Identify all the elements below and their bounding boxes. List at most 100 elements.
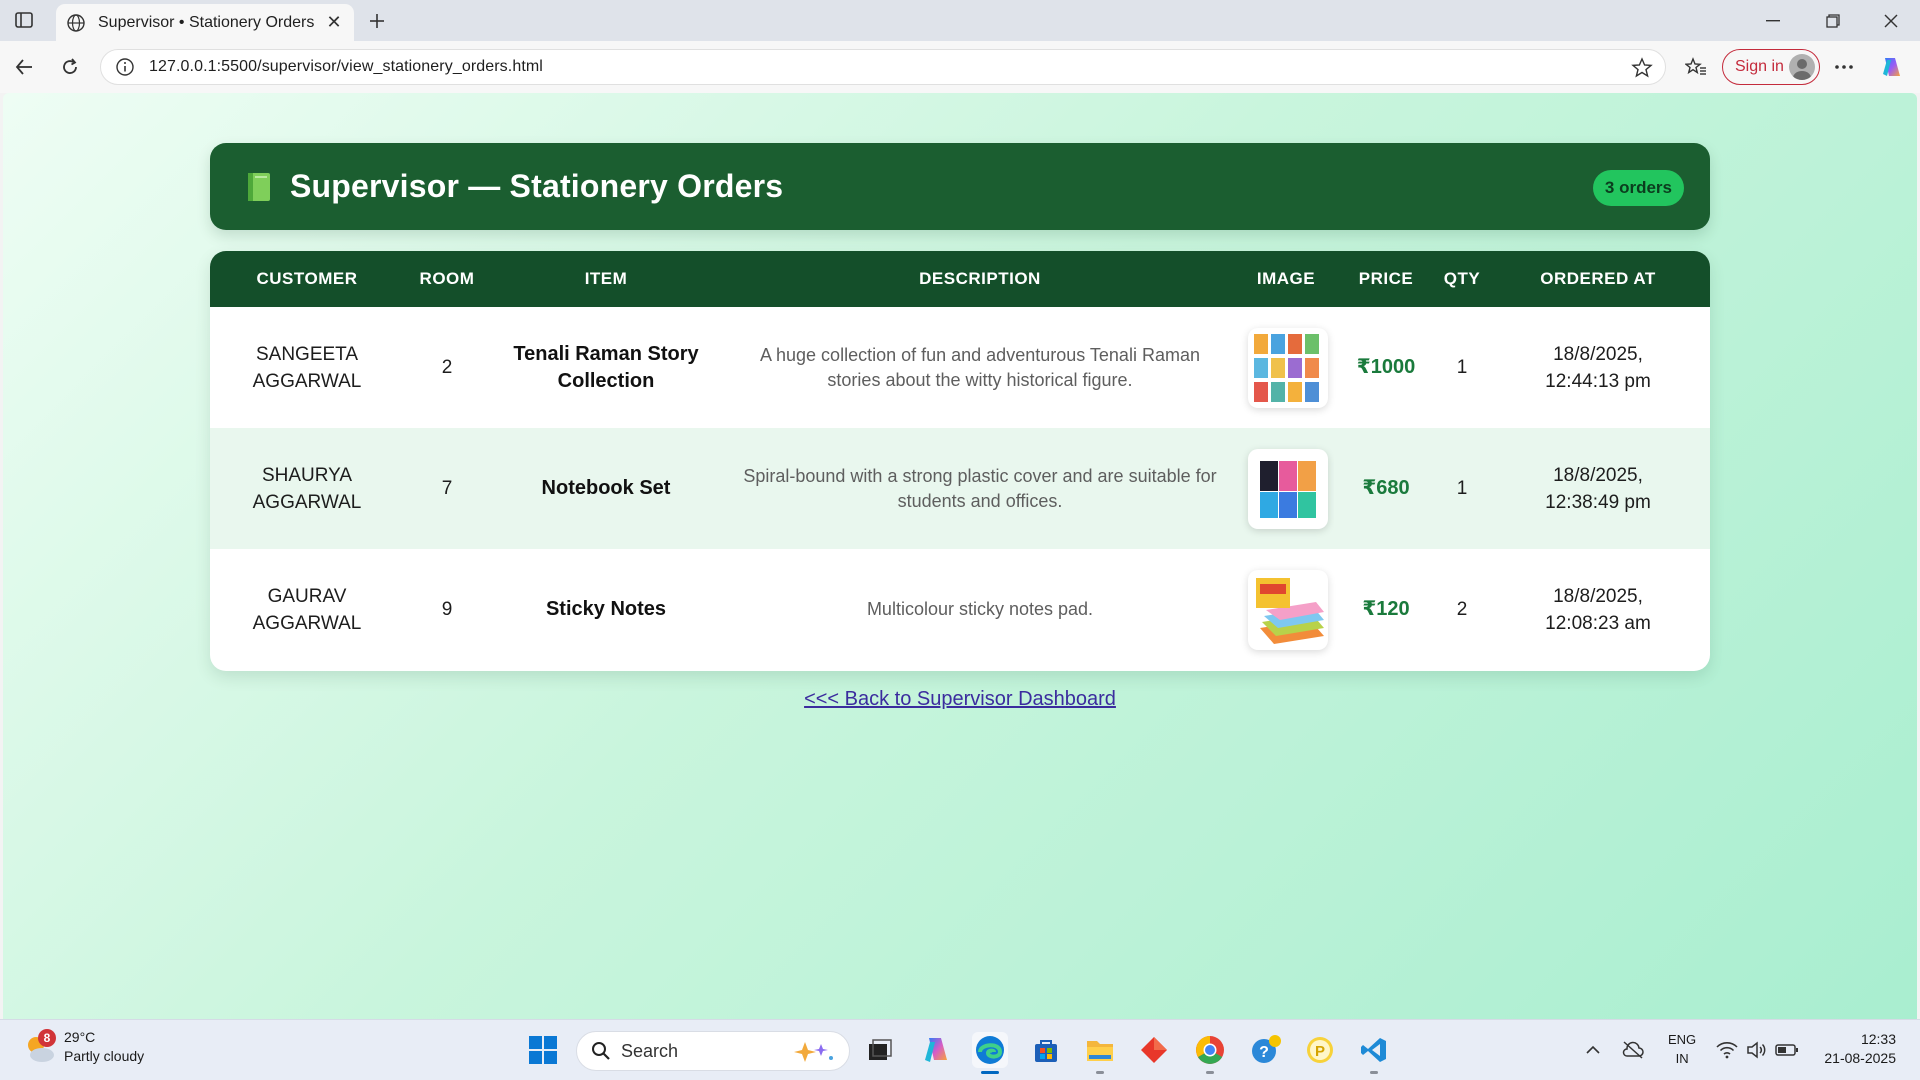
table-header-row: CUSTOMER ROOM ITEM DESCRIPTION IMAGE PRI…	[210, 251, 1710, 307]
search-placeholder: Search	[621, 1040, 679, 1061]
back-link-container: <<< Back to Supervisor Dashboard	[3, 688, 1917, 711]
weather-widget[interactable]: 8 29°C Partly cloudy	[22, 1028, 144, 1066]
globe-icon	[67, 13, 85, 32]
running-app-indicator	[1206, 1071, 1214, 1074]
orders-table-card: CUSTOMER ROOM ITEM DESCRIPTION IMAGE PRI…	[210, 251, 1710, 671]
favorite-star-icon[interactable]	[1631, 57, 1653, 79]
column-header-ordered-at[interactable]: ORDERED AT	[1486, 251, 1710, 307]
site-info-icon[interactable]	[115, 57, 135, 77]
page-viewport: Supervisor — Stationery Orders 3 orders …	[3, 93, 1917, 1019]
windows-start-icon[interactable]	[528, 1035, 558, 1065]
language-code: ENG	[1668, 1032, 1697, 1047]
weather-temperature: 29°C	[64, 1029, 96, 1045]
image-cell	[1238, 428, 1334, 549]
ordered-time: 12:38:49 pm	[1545, 491, 1651, 513]
vscode-icon[interactable]	[1356, 1032, 1392, 1074]
column-header-description[interactable]: DESCRIPTION	[722, 251, 1238, 307]
system-clock[interactable]: 12:33 21-08-2025	[1812, 1030, 1896, 1068]
description-cell: A huge collection of fun and adventurous…	[760, 344, 1200, 390]
column-header-image[interactable]: IMAGE	[1238, 251, 1334, 307]
copilot-app-icon[interactable]	[918, 1032, 954, 1068]
copilot-icon[interactable]	[1876, 51, 1908, 83]
tab-title: Supervisor • Stationery Orders	[98, 13, 315, 31]
cloud-sync-off-icon[interactable]	[1618, 1032, 1648, 1068]
customer-last-name: AGGARWAL	[252, 370, 362, 392]
price-cell: ₹1000	[1356, 356, 1416, 378]
ordered-time: 12:44:13 pm	[1545, 370, 1651, 392]
sidebar-toggle-icon[interactable]	[10, 8, 38, 32]
weather-description: Partly cloudy	[64, 1048, 145, 1064]
back-to-dashboard-link[interactable]: <<< Back to Supervisor Dashboard	[804, 688, 1116, 710]
table-row: SHAURYA AGGARWAL 7 Notebook Set Spiral-bo…	[210, 428, 1710, 549]
sticky-notes-thumbnail[interactable]	[1248, 569, 1328, 650]
ordered-date: 18/8/2025,	[1553, 464, 1643, 486]
back-arrow-icon[interactable]	[8, 51, 40, 83]
svg-text:?: ?	[1259, 1044, 1269, 1061]
customer-first-name: SHAURYA	[261, 464, 353, 486]
reload-icon[interactable]	[54, 51, 86, 83]
ordered-at-cell: 18/8/2025, 12:44:13 pm	[1486, 307, 1710, 428]
new-tab-icon[interactable]	[364, 8, 390, 34]
partly-cloudy-icon: 8	[22, 1029, 58, 1065]
edge-browser-icon[interactable]	[972, 1032, 1008, 1074]
book-collection-thumbnail[interactable]	[1248, 327, 1328, 408]
file-explorer-icon[interactable]	[1082, 1032, 1118, 1074]
help-app-icon[interactable]: ?	[1248, 1032, 1284, 1068]
browser-toolbar: 127.0.0.1:5500/supervisor/view_stationer…	[0, 41, 1920, 93]
weather-alert-badge: 8	[38, 1029, 56, 1047]
image-cell	[1238, 307, 1334, 428]
favorites-icon[interactable]	[1680, 51, 1712, 83]
close-window-icon[interactable]	[1868, 6, 1914, 36]
column-header-customer[interactable]: CUSTOMER	[210, 251, 404, 307]
close-tab-icon[interactable]: ✕	[324, 12, 344, 33]
customer-last-name: AGGARWAL	[252, 491, 362, 513]
profile-avatar-icon	[1789, 54, 1815, 80]
description-cell: Spiral-bound with a strong plastic cover…	[722, 428, 1238, 549]
task-view-icon[interactable]	[862, 1032, 898, 1068]
show-hidden-icons-chevron-icon[interactable]	[1580, 1032, 1606, 1068]
minimize-icon[interactable]	[1750, 6, 1796, 36]
restore-icon[interactable]	[1810, 6, 1856, 36]
column-header-qty[interactable]: QTY	[1438, 251, 1486, 307]
price-cell: ₹120	[1362, 598, 1410, 620]
qty-cell: 1	[1438, 428, 1486, 549]
p-app-icon[interactable]: P	[1302, 1032, 1338, 1068]
price-cell: ₹680	[1334, 428, 1438, 549]
clock-date: 21-08-2025	[1824, 1050, 1896, 1066]
ordered-date: 18/8/2025,	[1553, 585, 1643, 607]
red-diamond-app-icon[interactable]	[1136, 1032, 1172, 1068]
wifi-icon[interactable]	[1714, 1032, 1740, 1068]
room-cell: 9	[441, 599, 453, 620]
running-app-indicator	[1096, 1071, 1104, 1074]
orders-table: CUSTOMER ROOM ITEM DESCRIPTION IMAGE PRI…	[210, 251, 1710, 670]
item-cell: Sticky Notes	[545, 598, 667, 620]
column-header-room[interactable]: ROOM	[404, 251, 490, 307]
column-header-price[interactable]: PRICE	[1334, 251, 1438, 307]
clock-time: 12:33	[1860, 1031, 1896, 1047]
microsoft-store-icon[interactable]	[1028, 1032, 1064, 1068]
battery-icon[interactable]	[1774, 1032, 1800, 1068]
notebook-set-thumbnail[interactable]	[1248, 448, 1328, 529]
running-app-indicator	[1370, 1071, 1378, 1074]
volume-icon[interactable]	[1744, 1032, 1770, 1068]
address-bar[interactable]: 127.0.0.1:5500/supervisor/view_stationer…	[100, 49, 1666, 85]
customer-first-name: SANGEETA	[255, 343, 359, 365]
room-cell: 2	[441, 357, 453, 378]
taskbar-search[interactable]: Search	[576, 1031, 850, 1071]
browser-tab-active[interactable]: Supervisor • Stationery Orders ✕	[56, 4, 354, 41]
ordered-date: 18/8/2025,	[1553, 343, 1643, 365]
browser-tab-bar: Supervisor • Stationery Orders ✕	[0, 0, 1920, 41]
description-cell: Multicolour sticky notes pad.	[866, 599, 1094, 619]
customer-last-name: AGGARWAL	[252, 612, 362, 634]
item-cell: Tenali Raman Story Collection	[513, 342, 699, 392]
customer-cell: SANGEETA AGGARWAL	[210, 307, 404, 428]
sign-in-button[interactable]: Sign in	[1722, 49, 1820, 85]
language-indicator[interactable]: ENG IN	[1668, 1030, 1696, 1068]
table-row: SANGEETA AGGARWAL 2 Tenali Raman Story Co…	[210, 307, 1710, 428]
search-icon	[592, 1042, 610, 1060]
table-row: GAURAV AGGARWAL 9 Sticky Notes Multicolou…	[210, 549, 1710, 670]
column-header-item[interactable]: ITEM	[490, 251, 722, 307]
chrome-icon[interactable]	[1192, 1032, 1228, 1074]
image-cell	[1238, 549, 1334, 670]
more-options-icon[interactable]	[1828, 51, 1860, 83]
